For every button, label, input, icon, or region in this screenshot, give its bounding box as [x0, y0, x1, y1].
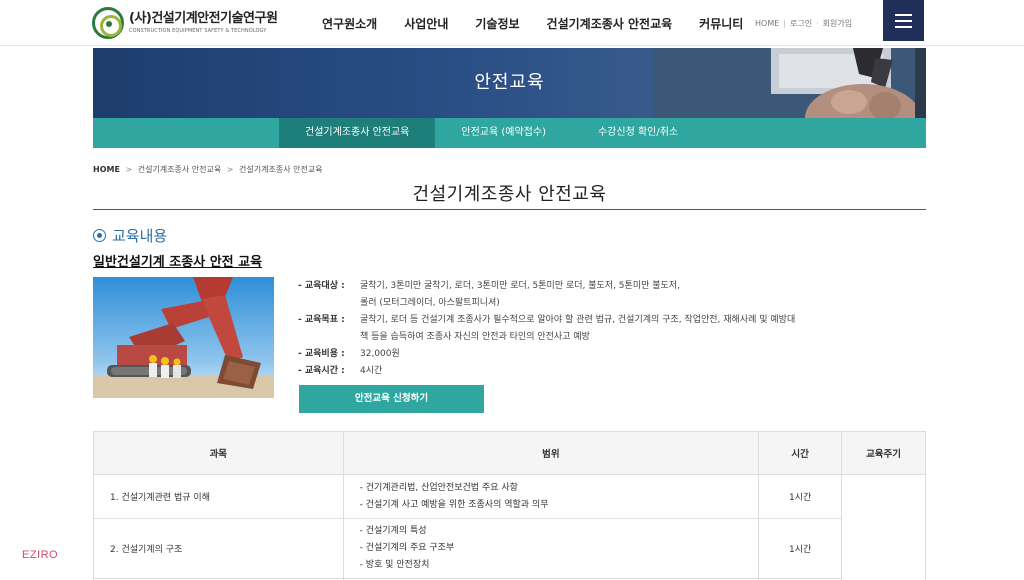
info-fee-label: - 교육비용 : [298, 349, 345, 359]
section-heading: 교육내용 [93, 225, 167, 246]
tab-safety-education[interactable]: 건설기계조종사 안전교육 [279, 118, 436, 148]
tab-reservation[interactable]: 안전교육 (예약접수) [435, 118, 572, 148]
nav-item-business[interactable]: 사업안내 [404, 15, 448, 32]
info-goal-value: 굴착기, 로더 등 건설기계 조종사가 필수적으로 알아야 할 관련 법규, 건… [360, 315, 796, 325]
bullet-circle-icon [93, 229, 106, 242]
info-target-label: - 교육대상 : [298, 281, 345, 291]
table-row: 1. 건설기계관련 법규 이해 - 건기계관리법, 산업안전보건법 주요 사항 … [93, 474, 926, 580]
page-title: 건설기계조종사 안전교육 [412, 184, 607, 205]
breadcrumb-arrow-icon: > [125, 165, 133, 174]
watermark-logo: EZIRO [22, 549, 59, 561]
info-time-row: - 교육시간 : 4시간 [298, 363, 918, 380]
info-target-row: - 교육대상 : 굴착기, 3톤미만 굴착기, 로더, 3톤미만 로더, 5톤미… [298, 278, 918, 295]
subject-cell: 2. 건설기계의 구조 [93, 518, 344, 579]
nav-item-about[interactable]: 연구원소개 [322, 15, 377, 32]
info-fee-row: - 교육비용 : 32,000원 [298, 346, 918, 363]
course-info: - 교육대상 : 굴착기, 3톤미만 굴착기, 로더, 3톤미만 로더, 5톤미… [298, 278, 918, 380]
col-header-scope: 범위 [342, 431, 760, 475]
main-nav: 연구원소개 사업안내 기술정보 건설기계조종사 안전교육 커뮤니티 [322, 0, 743, 46]
cycle-cell: 3년 [841, 474, 926, 580]
scope-cell: - 건기계관리법, 산업안전보건법 주요 사항 - 건설기계 사고 예방을 위한… [342, 474, 760, 519]
info-time-value: 4시간 [360, 366, 383, 376]
scope-cell: - 건설기계의 특성 - 건설기계의 주요 구조부 - 방호 및 안전장치 [342, 518, 760, 579]
col-header-cycle: 교육주기 [841, 431, 926, 475]
logo-subtitle: CONSTRUCTION EQUIPMENT SAFETY & TECHNOLO… [129, 28, 267, 34]
breadcrumb: HOME > 건설기계조종사 안전교육 > 건설기계조종사 안전교육 [93, 164, 323, 175]
apply-education-button[interactable]: 안전교육 신청하기 [299, 385, 484, 413]
tab-registration-check[interactable]: 수강신청 확인/취소 [572, 118, 704, 148]
logo-title: (사)건설기계안전기술연구원 [129, 11, 278, 26]
nav-item-community[interactable]: 커뮤니티 [699, 15, 743, 32]
course-title: 일반건설기계 조종사 안전 교육 [93, 255, 263, 270]
col-header-hours: 시간 [758, 431, 843, 475]
info-target-value: 굴착기, 3톤미만 굴착기, 로더, 3톤미만 로더, 5톤미만 로더, 불도저… [360, 281, 680, 291]
util-divider: · [816, 18, 819, 28]
util-divider: | [783, 18, 786, 28]
info-fee-value: 32,000원 [360, 349, 400, 359]
col-header-subject: 과목 [93, 431, 344, 475]
nav-item-safety-education[interactable]: 건설기계조종사 안전교육 [547, 15, 673, 32]
home-link[interactable]: HOME [755, 19, 779, 28]
hours-cell: 1시간 [758, 474, 843, 519]
table-header-row: 과목 범위 시간 교육주기 [93, 431, 926, 475]
signup-link[interactable]: 회원가입 [823, 18, 852, 29]
title-divider [93, 209, 926, 210]
hours-cell: 1시간 [758, 518, 843, 579]
table-row: 2. 건설기계의 구조 - 건설기계의 특성 - 건설기계의 주요 구조부 - … [93, 518, 926, 579]
breadcrumb-level2: 건설기계조종사 안전교육 [239, 165, 323, 174]
subject-cell: 1. 건설기계관련 법규 이해 [93, 474, 344, 519]
logo-emblem-icon [92, 7, 124, 39]
hamburger-icon [895, 13, 912, 16]
info-goal-label: - 교육목표 : [298, 315, 345, 325]
login-link[interactable]: 로그인 [790, 18, 812, 29]
banner-title: 안전교육 [474, 72, 545, 93]
breadcrumb-home[interactable]: HOME [93, 165, 120, 174]
excavator-photo [93, 277, 274, 398]
hamburger-menu-button[interactable] [883, 0, 924, 41]
info-time-label: - 교육시간 : [298, 366, 345, 376]
sub-nav: 건설기계조종사 안전교육 안전교육 (예약접수) 수강신청 확인/취소 [93, 118, 926, 148]
section-heading-text: 교육내용 [112, 227, 168, 245]
utility-links: HOME | 로그인 · 회원가입 [755, 0, 852, 46]
info-target-value-2: 롤러 (모터그레이더, 아스팔트피니셔) [360, 298, 500, 308]
nav-item-tech-info[interactable]: 기술정보 [475, 15, 519, 32]
breadcrumb-level1[interactable]: 건설기계조종사 안전교육 [138, 165, 222, 174]
breadcrumb-arrow-icon: > [226, 165, 234, 174]
curriculum-table: 과목 범위 시간 교육주기 1. 건설기계관련 법규 이해 - 건기계관리법, … [93, 431, 926, 580]
site-logo[interactable]: (사)건설기계안전기술연구원 CONSTRUCTION EQUIPMENT SA… [92, 6, 278, 40]
site-header: (사)건설기계안전기술연구원 CONSTRUCTION EQUIPMENT SA… [0, 0, 1024, 46]
page-banner: 안전교육 [93, 48, 926, 118]
info-goal-row: - 교육목표 : 굴착기, 로더 등 건설기계 조종사가 필수적으로 알아야 할… [298, 312, 918, 329]
info-goal-value-2: 책 등을 습득하여 조종사 자신의 안전과 타인의 안전사고 예방 [360, 332, 590, 342]
